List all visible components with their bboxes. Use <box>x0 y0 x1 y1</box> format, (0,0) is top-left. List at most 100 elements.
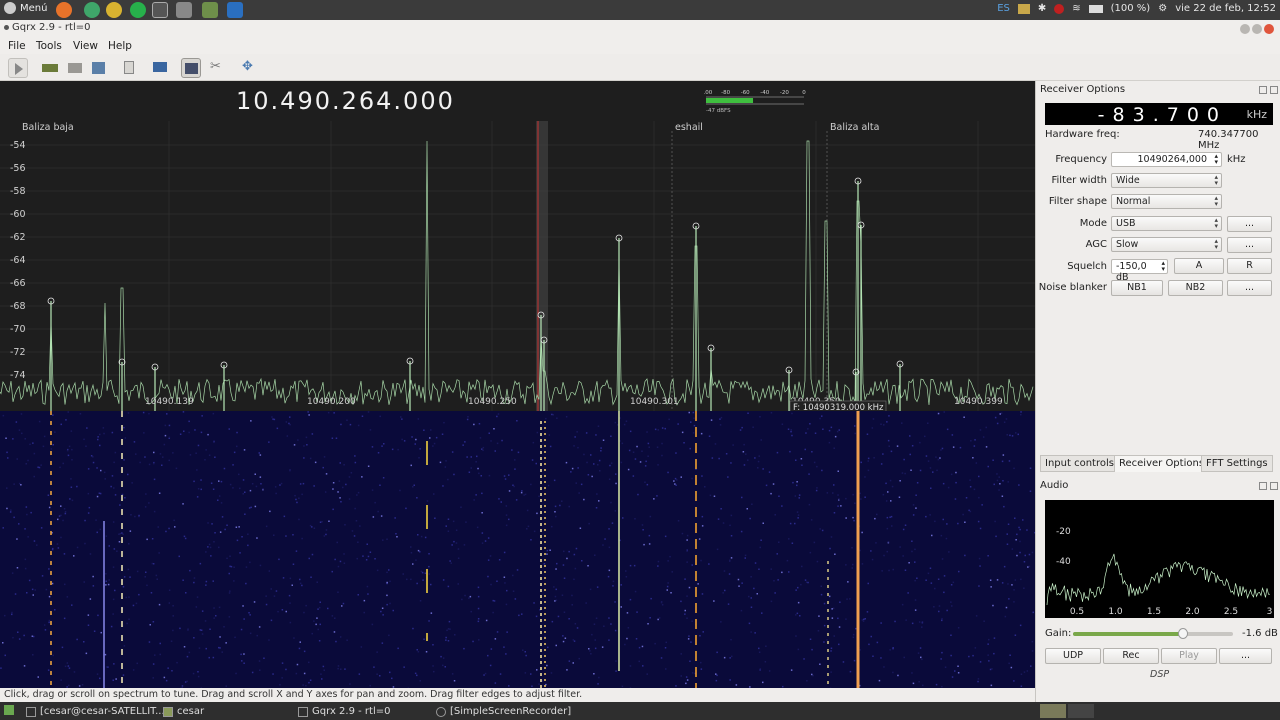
status-bar: Click, drag or scroll on spectrum to tun… <box>0 688 1035 702</box>
nb1-button[interactable]: NB1 <box>1111 280 1163 296</box>
hand-tool-icon[interactable] <box>176 2 192 18</box>
keyboard-layout[interactable]: ES <box>997 3 1010 14</box>
save-button[interactable] <box>89 58 109 78</box>
terminal-icon[interactable] <box>152 2 168 18</box>
frequency-input[interactable]: 10490264,000 ▴ ▾ <box>1111 152 1222 167</box>
maximize-button[interactable] <box>1252 24 1262 34</box>
close-dock-icon[interactable] <box>1270 482 1278 490</box>
offset-frequency-display[interactable]: -83.700 kHz <box>1045 103 1273 126</box>
hardware-freq-label: Hardware freq: <box>1045 129 1120 140</box>
squelch-reset-button[interactable]: R <box>1227 258 1272 274</box>
tools-button[interactable]: ✂ <box>206 58 226 78</box>
hardware-freq-value: 740.347700 MHz <box>1198 129 1259 151</box>
vscode-icon[interactable] <box>227 2 243 18</box>
agc-select[interactable]: Slow ▴ ▾ <box>1111 237 1222 252</box>
minimize-button[interactable] <box>1240 24 1250 34</box>
nb-options-button[interactable]: ... <box>1227 280 1272 296</box>
gear-icon[interactable]: ⚙ <box>1158 3 1167 14</box>
offset-unit: kHz <box>1246 108 1267 121</box>
start-dsp-button[interactable] <box>8 58 28 78</box>
open-button[interactable] <box>65 58 85 78</box>
device-config-button[interactable] <box>40 58 60 78</box>
tab-input-controls[interactable]: Input controls <box>1040 455 1119 472</box>
play-icon <box>15 63 23 75</box>
task-gqrx[interactable]: Gqrx 2.9 - rtl=0 <box>298 704 390 719</box>
undock-icon[interactable] <box>1259 86 1267 94</box>
receiver-options-title: Receiver Options <box>1040 84 1126 95</box>
workspace-2[interactable] <box>1068 704 1094 718</box>
mode-options-button[interactable]: ... <box>1227 216 1272 232</box>
close-dock-icon[interactable] <box>1270 86 1278 94</box>
audio-options-button[interactable]: ... <box>1219 648 1272 664</box>
agc-options-button[interactable]: ... <box>1227 237 1272 253</box>
desktop-menu-button[interactable]: Menú <box>4 2 47 14</box>
menu-file[interactable]: File <box>8 40 26 52</box>
spectrum-plot[interactable]: Baliza baja eshail Baliza alta -54 -56 -58… <box>0 121 1035 411</box>
combo-arrows-icon: ▴ ▾ <box>1214 237 1218 251</box>
whatsapp-icon[interactable] <box>130 2 146 18</box>
y-tick-label: -70 <box>10 324 26 335</box>
squelch-auto-button[interactable]: A <box>1174 258 1224 274</box>
audio-y-tick: -40 <box>1056 557 1071 567</box>
battery-icon[interactable] <box>1088 4 1103 13</box>
gain-slider[interactable] <box>1073 628 1233 639</box>
meter-tick: -100 <box>704 90 713 96</box>
y-tick-label: -60 <box>10 209 26 220</box>
bookmark-label-baliza-baja: Baliza baja <box>22 122 74 133</box>
clock[interactable]: vie 22 de feb, 12:52 <box>1175 3 1276 14</box>
task-files[interactable]: cesar <box>163 704 204 719</box>
menu-bar: File Tools View Help <box>0 38 1280 54</box>
firefox-icon[interactable] <box>56 2 72 18</box>
record-icon <box>436 706 446 717</box>
fullscreen-button[interactable]: ✥ <box>238 58 258 78</box>
wifi-icon[interactable]: ≋ <box>1072 3 1080 14</box>
bookmark-button[interactable] <box>119 58 139 78</box>
window-icon <box>298 706 308 717</box>
frequency-display[interactable]: 10.490.264.000 <box>236 87 455 115</box>
filter-width-value: Wide <box>1116 175 1140 186</box>
bluetooth-icon[interactable]: ✱ <box>1038 3 1046 14</box>
tab-fft-settings[interactable]: FFT Settings <box>1201 455 1273 472</box>
x-tick-label: 10490.139 <box>145 397 194 407</box>
notes-icon[interactable] <box>1017 3 1030 14</box>
audio-x-tick: 1.5 <box>1147 607 1161 617</box>
move-icon: ✥ <box>242 59 253 74</box>
menu-help[interactable]: Help <box>108 40 132 52</box>
chrome-icon[interactable] <box>106 2 122 18</box>
nb2-button[interactable]: NB2 <box>1168 280 1223 296</box>
task-screen-recorder[interactable]: [SimpleScreenRecorder] <box>436 704 571 719</box>
squelch-input[interactable]: -150,0 dB ▴ ▾ <box>1111 259 1168 283</box>
screenshot-button[interactable] <box>181 58 201 78</box>
y-tick-label: -56 <box>10 163 26 174</box>
files-icon[interactable] <box>202 2 218 18</box>
menu-tools[interactable]: Tools <box>36 40 62 52</box>
frequency-value: 10490264,000 <box>1137 154 1207 165</box>
hexchat-icon[interactable] <box>84 2 100 18</box>
signal-meter: -100 -80 -60 -40 -20 0 -47 dBFS <box>704 90 806 114</box>
workspace-1[interactable] <box>1040 704 1066 718</box>
x-tick-label: 10490.200 <box>307 397 356 407</box>
record-icon[interactable] <box>1054 3 1065 14</box>
task-terminal[interactable]: [cesar@cesar-SATELLIT... <box>26 704 165 719</box>
status-text: Click, drag or scroll on spectrum to tun… <box>4 689 583 700</box>
window-icon <box>185 63 198 74</box>
y-tick-label: -62 <box>10 232 26 243</box>
audio-fft-plot[interactable]: -20 -40 0.5 1.0 1.5 2.0 2.5 3 <box>1045 500 1274 618</box>
gain-label: Gain: <box>1045 628 1072 639</box>
close-button[interactable] <box>1264 24 1274 34</box>
filter-width-select[interactable]: Wide ▴ ▾ <box>1111 173 1222 188</box>
mode-select[interactable]: USB ▴ ▾ <box>1111 216 1222 231</box>
menu-view[interactable]: View <box>73 40 98 52</box>
audio-title: Audio <box>1040 480 1069 491</box>
cursor-readout: F: 10490319.000 kHz <box>793 403 884 411</box>
window-title: Gqrx 2.9 - rtl=0 <box>12 22 91 33</box>
play-button[interactable]: Play <box>1161 648 1217 664</box>
record-button[interactable]: Rec <box>1103 648 1159 664</box>
show-desktop-icon[interactable] <box>4 705 14 715</box>
waterfall-plot[interactable] <box>0 411 1035 688</box>
undock-icon[interactable] <box>1259 482 1267 490</box>
udp-button[interactable]: UDP <box>1045 648 1101 664</box>
remote-control-button[interactable] <box>150 58 170 78</box>
filter-shape-select[interactable]: Normal ▴ ▾ <box>1111 194 1222 209</box>
tab-receiver-options[interactable]: Receiver Options <box>1114 455 1210 472</box>
